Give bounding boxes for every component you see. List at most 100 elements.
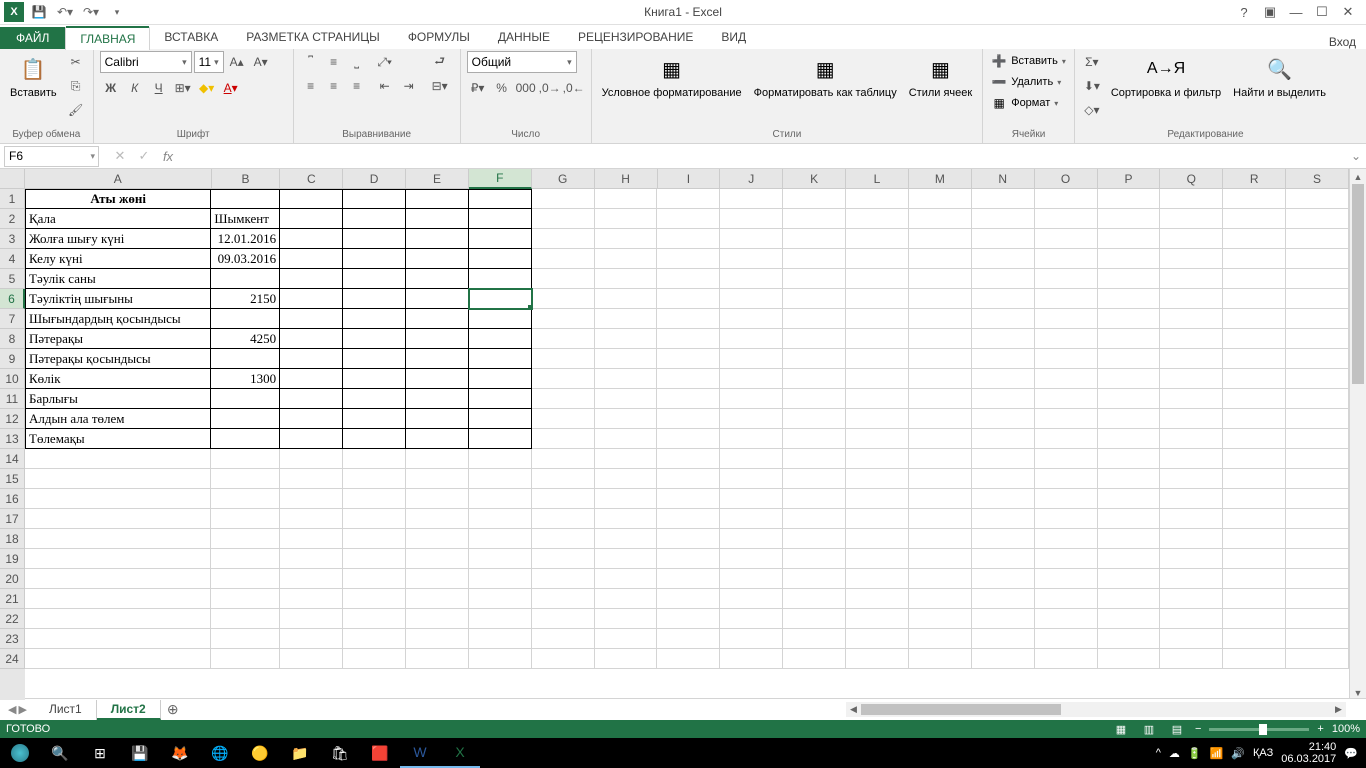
row-header-9[interactable]: 9 <box>0 349 25 369</box>
cell-E15[interactable] <box>406 469 469 489</box>
cell-P1[interactable] <box>1098 189 1161 209</box>
cell-A21[interactable] <box>25 589 211 609</box>
paste-button[interactable]: 📋 Вставить <box>6 51 61 101</box>
wrap-text-icon[interactable]: ⮐ <box>426 51 454 73</box>
cell-G21[interactable] <box>532 589 595 609</box>
cell-F1[interactable] <box>469 189 532 209</box>
cell-I16[interactable] <box>657 489 720 509</box>
cell-H17[interactable] <box>595 509 658 529</box>
cell-A9[interactable]: Пәтерақы қосындысы <box>25 349 211 369</box>
cell-N15[interactable] <box>972 469 1035 489</box>
row-header-20[interactable]: 20 <box>0 569 25 589</box>
italic-icon[interactable]: К <box>124 77 146 99</box>
cell-K24[interactable] <box>783 649 846 669</box>
zoom-slider[interactable] <box>1209 728 1309 731</box>
app-explorer-icon[interactable]: 📁 <box>280 738 320 768</box>
cell-R20[interactable] <box>1223 569 1286 589</box>
cell-S18[interactable] <box>1286 529 1349 549</box>
cell-O24[interactable] <box>1035 649 1098 669</box>
cell-D12[interactable] <box>343 409 406 429</box>
decrease-font-icon[interactable]: A▾ <box>250 51 272 73</box>
cell-E6[interactable] <box>406 289 469 309</box>
cell-E11[interactable] <box>406 389 469 409</box>
cell-N17[interactable] <box>972 509 1035 529</box>
cell-J17[interactable] <box>720 509 783 529</box>
cell-Q20[interactable] <box>1160 569 1223 589</box>
fill-icon[interactable]: ⬇▾ <box>1081 75 1103 97</box>
tray-network-icon[interactable]: 📶 <box>1210 747 1224 760</box>
sort-filter-button[interactable]: A→Я Сортировка и фильтр <box>1107 51 1225 101</box>
cell-M13[interactable] <box>909 429 972 449</box>
cell-S23[interactable] <box>1286 629 1349 649</box>
page-break-view-icon[interactable]: ▤ <box>1167 721 1187 737</box>
cell-G8[interactable] <box>532 329 595 349</box>
cell-Q15[interactable] <box>1160 469 1223 489</box>
cell-H19[interactable] <box>595 549 658 569</box>
cell-R10[interactable] <box>1223 369 1286 389</box>
cell-B24[interactable] <box>211 649 280 669</box>
currency-icon[interactable]: ₽▾ <box>467 77 489 99</box>
cell-B20[interactable] <box>211 569 280 589</box>
cell-L4[interactable] <box>846 249 909 269</box>
cell-J1[interactable] <box>720 189 783 209</box>
cell-K6[interactable] <box>783 289 846 309</box>
increase-font-icon[interactable]: A▴ <box>226 51 248 73</box>
cell-S3[interactable] <box>1286 229 1349 249</box>
cell-Q13[interactable] <box>1160 429 1223 449</box>
cell-G9[interactable] <box>532 349 595 369</box>
cell-F13[interactable] <box>469 429 532 449</box>
col-header-F[interactable]: F <box>469 169 532 189</box>
cell-E16[interactable] <box>406 489 469 509</box>
cell-B22[interactable] <box>211 609 280 629</box>
cell-E17[interactable] <box>406 509 469 529</box>
ribbon-tab-1[interactable]: ВСТАВКА <box>150 26 232 49</box>
cell-G2[interactable] <box>532 209 595 229</box>
redo-icon[interactable]: ↷▾ <box>80 1 102 23</box>
cell-A19[interactable] <box>25 549 211 569</box>
cell-J10[interactable] <box>720 369 783 389</box>
cell-R7[interactable] <box>1223 309 1286 329</box>
cell-N22[interactable] <box>972 609 1035 629</box>
decrease-decimal-icon[interactable]: ,0← <box>563 77 585 99</box>
cell-K23[interactable] <box>783 629 846 649</box>
ribbon-tab-4[interactable]: ДАННЫЕ <box>484 26 564 49</box>
ribbon-display-icon[interactable]: ▣ <box>1258 1 1282 23</box>
cell-C16[interactable] <box>280 489 343 509</box>
cell-A8[interactable]: Пәтерақы <box>25 329 211 349</box>
format-cells-button[interactable]: ▦Формат <box>989 93 1060 113</box>
cell-H8[interactable] <box>595 329 658 349</box>
cell-O14[interactable] <box>1035 449 1098 469</box>
format-as-table-button[interactable]: ▦ Форматировать как таблицу <box>750 51 901 101</box>
cell-L13[interactable] <box>846 429 909 449</box>
cell-H22[interactable] <box>595 609 658 629</box>
cell-P14[interactable] <box>1098 449 1161 469</box>
app-totalcmd-icon[interactable]: 💾 <box>120 738 160 768</box>
cell-K22[interactable] <box>783 609 846 629</box>
cell-H15[interactable] <box>595 469 658 489</box>
cell-R22[interactable] <box>1223 609 1286 629</box>
cell-A16[interactable] <box>25 489 211 509</box>
cell-J20[interactable] <box>720 569 783 589</box>
increase-decimal-icon[interactable]: ,0→ <box>539 77 561 99</box>
cell-P6[interactable] <box>1098 289 1161 309</box>
cell-L5[interactable] <box>846 269 909 289</box>
cell-O16[interactable] <box>1035 489 1098 509</box>
cell-D1[interactable] <box>343 189 406 209</box>
delete-cells-button[interactable]: ➖Удалить <box>989 72 1063 92</box>
cell-O22[interactable] <box>1035 609 1098 629</box>
cell-R8[interactable] <box>1223 329 1286 349</box>
col-header-K[interactable]: K <box>783 169 846 189</box>
cell-R19[interactable] <box>1223 549 1286 569</box>
orientation-icon[interactable]: ⤢▾ <box>374 51 396 73</box>
cell-D18[interactable] <box>343 529 406 549</box>
col-header-A[interactable]: A <box>25 169 212 189</box>
col-header-L[interactable]: L <box>846 169 909 189</box>
cell-Q22[interactable] <box>1160 609 1223 629</box>
cell-K13[interactable] <box>783 429 846 449</box>
cell-N6[interactable] <box>972 289 1035 309</box>
col-header-E[interactable]: E <box>406 169 469 189</box>
cell-O2[interactable] <box>1035 209 1098 229</box>
expand-formula-bar-icon[interactable]: ⌄ <box>1346 149 1366 163</box>
cell-G7[interactable] <box>532 309 595 329</box>
tray-lang[interactable]: ҚАЗ <box>1253 747 1273 759</box>
